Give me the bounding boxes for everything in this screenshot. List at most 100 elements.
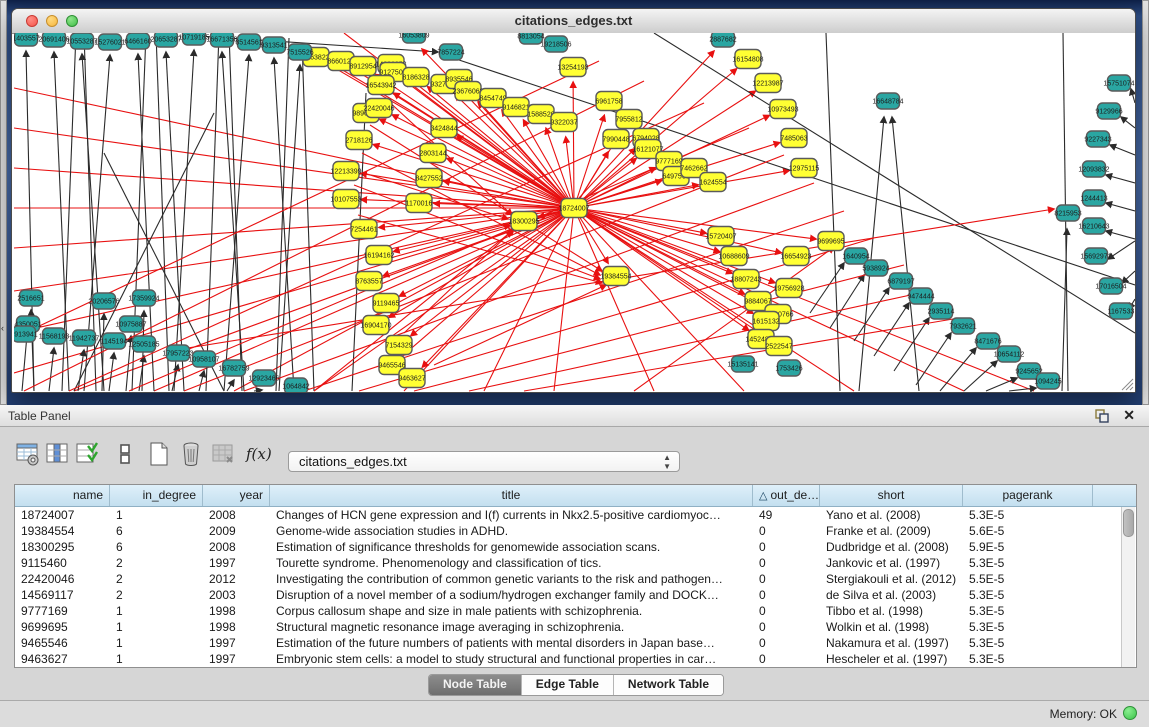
cell-year[interactable]: 1997 [203,635,270,651]
table-row[interactable]: 1456911722003Disruption of a novel membe… [15,587,1136,603]
network-node[interactable]: 16210643 [1078,218,1109,234]
cell-out_de[interactable]: 0 [753,539,820,555]
network-node[interactable]: 2516651 [17,290,44,306]
row-tools-icon[interactable] [112,441,138,467]
cell-name[interactable]: 9463627 [15,651,110,667]
cell-year[interactable]: 2009 [203,523,270,539]
network-node[interactable]: 17016504 [1095,278,1126,294]
network-node[interactable]: 8215953 [1054,205,1081,221]
column-header-in_degree[interactable]: in_degree [110,485,203,506]
network-node[interactable]: 16782759 [218,360,249,376]
cell-pagerank[interactable]: 5.3E-5 [963,619,1093,635]
network-node[interactable]: 10107553 [330,190,361,209]
network-node[interactable]: 8912954 [349,57,376,76]
cell-name[interactable]: 9777169 [15,603,110,619]
cell-in_degree[interactable]: 2 [110,555,203,571]
network-node[interactable]: 8763557 [355,272,382,291]
cell-pagerank[interactable]: 5.3E-5 [963,507,1093,523]
delete-rows-icon[interactable] [178,441,204,467]
network-node[interactable]: 7932621 [949,318,976,334]
window-titlebar[interactable]: citations_edges.txt [12,9,1135,34]
network-node[interactable]: 8471676 [974,333,1001,349]
cell-year[interactable]: 1998 [203,619,270,635]
network-node[interactable]: 3913941 [14,326,38,342]
network-node[interactable]: 7955812 [615,110,642,129]
network-node[interactable]: 7254461 [350,220,377,239]
network-node[interactable]: 10688609 [718,247,749,266]
left-panel-strip[interactable]: ‹ [0,0,7,405]
network-node[interactable]: 2935114 [928,303,955,319]
network-node[interactable]: 12213987 [752,74,783,93]
table-settings-icon[interactable] [15,441,41,467]
network-node[interactable]: 9119465 [373,294,400,313]
network-node[interactable]: 11942737 [69,330,100,346]
network-node[interactable]: 16671358 [206,33,237,47]
cell-out_de[interactable]: 0 [753,651,820,667]
cell-title[interactable]: Structural magnetic resonance image aver… [270,619,753,635]
cell-pagerank[interactable]: 5.9E-5 [963,539,1093,555]
column-header-year[interactable]: year [203,485,270,506]
network-node[interactable]: 8514561 [235,34,262,50]
network-node[interactable]: 10975887 [115,316,146,332]
network-node[interactable]: 6961758 [595,92,622,111]
network-node[interactable]: 8427552 [415,169,442,188]
network-node[interactable]: 2718126 [345,131,372,150]
cell-short[interactable]: Hescheler et al. (1997) [820,651,963,667]
network-node[interactable]: 20691406 [38,33,69,47]
network-node[interactable]: 9129966 [1095,103,1122,119]
network-node[interactable]: 12505185 [128,336,159,352]
cell-pagerank[interactable]: 5.3E-5 [963,603,1093,619]
cell-title[interactable]: Corpus callosum shape and size in male p… [270,603,753,619]
network-node[interactable]: 17359924 [128,290,159,306]
network-node[interactable]: 1170016 [406,194,433,213]
network-node[interactable]: 12975115 [789,159,820,178]
cell-pagerank[interactable]: 5.6E-5 [963,523,1093,539]
cell-year[interactable]: 2008 [203,507,270,523]
table-row[interactable]: 1872400712008Changes of HCN gene express… [15,507,1136,523]
network-node[interactable]: 19384554 [600,267,631,286]
column-header-short[interactable]: short [820,485,963,506]
network-node[interactable]: 16904170 [360,316,391,335]
cell-title[interactable]: Estimation of significance thresholds fo… [270,539,753,555]
table-row[interactable]: 2242004622012Investigating the contribut… [15,571,1136,587]
cell-in_degree[interactable]: 1 [110,635,203,651]
network-node[interactable]: 10958107 [188,351,219,367]
cell-title[interactable]: Tourette syndrome. Phenomenology and cla… [270,555,753,571]
network-node[interactable]: 7990448 [602,130,629,149]
network-node[interactable]: 16194162 [363,246,394,265]
network-node[interactable]: 1167533 [1108,303,1135,319]
scrollbar-thumb[interactable] [1123,509,1134,537]
cell-year[interactable]: 2008 [203,539,270,555]
network-node[interactable]: 19218506 [540,36,571,52]
network-node[interactable]: 2522547 [765,337,792,356]
network-node[interactable]: 1094245 [1034,373,1061,389]
cell-title[interactable]: Disruption of a novel member of a sodium… [270,587,753,603]
cell-out_de[interactable]: 0 [753,603,820,619]
table-selector-dropdown[interactable]: citations_edges.txt ▲▼ [288,451,680,472]
float-window-icon[interactable] [1095,409,1109,423]
table-row[interactable]: 946362711997Embryonic stem cells: a mode… [15,651,1136,667]
network-node[interactable]: 15135141 [727,356,758,372]
cell-name[interactable]: 18724007 [15,507,110,523]
cell-short[interactable]: Yano et al. (2008) [820,507,963,523]
network-node[interactable]: 9313541 [260,37,287,53]
network-node[interactable]: 7485063 [780,129,807,148]
cell-out_de[interactable]: 49 [753,507,820,523]
table-row[interactable]: 1938455462009Genome-wide association stu… [15,523,1136,539]
network-node[interactable]: 7857224 [437,44,464,60]
network-canvas[interactable]: 7663822866012889129541422605891275081654… [14,33,1135,392]
cell-name[interactable]: 18300295 [15,539,110,555]
cell-year[interactable]: 1997 [203,555,270,571]
table-row[interactable]: 1830029562008Estimation of significance … [15,539,1136,555]
cell-name[interactable]: 14569117 [15,587,110,603]
cell-out_de[interactable]: 0 [753,523,820,539]
function-builder-icon[interactable]: f(x) [246,441,276,467]
cell-out_de[interactable]: 0 [753,571,820,587]
cell-in_degree[interactable]: 6 [110,539,203,555]
network-node[interactable]: 1624554 [699,173,726,192]
tab-network-table[interactable]: Network Table [614,675,723,695]
cell-year[interactable]: 2012 [203,571,270,587]
cell-name[interactable]: 9699695 [15,619,110,635]
cell-out_de[interactable]: 0 [753,619,820,635]
cell-title[interactable]: Estimation of the future numbers of pati… [270,635,753,651]
